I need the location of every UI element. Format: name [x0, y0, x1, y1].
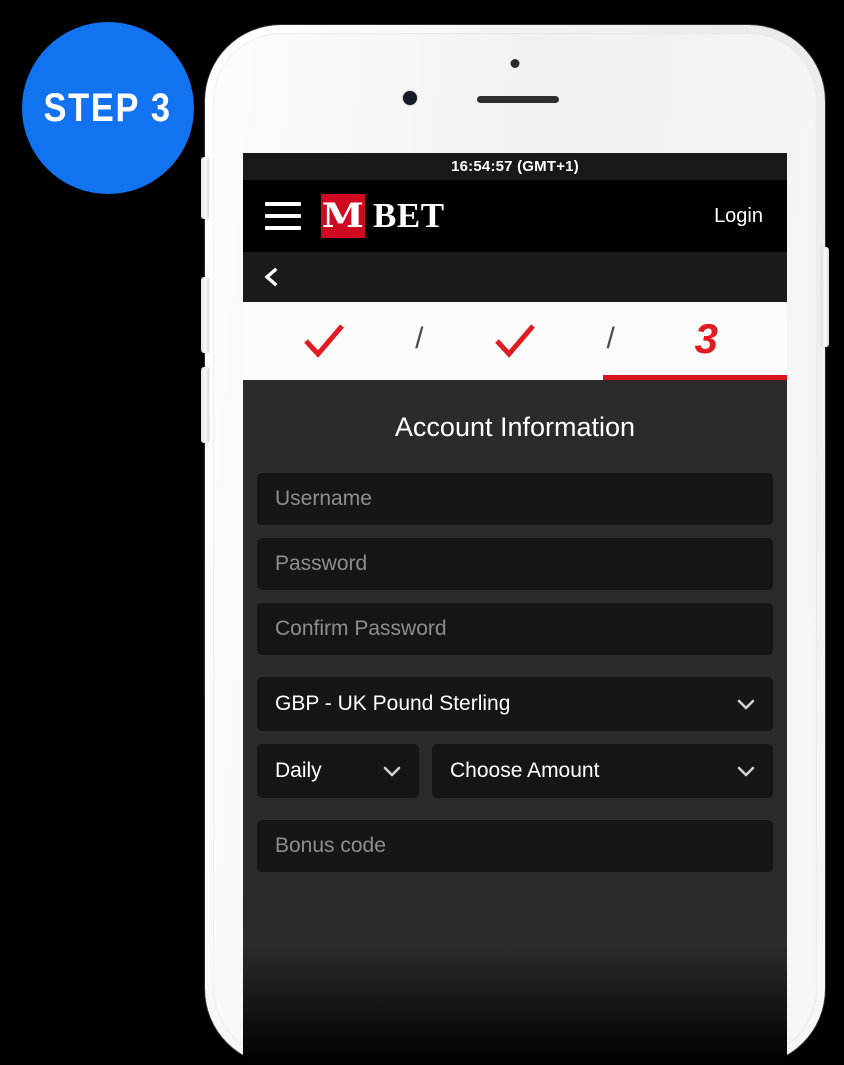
phone-screen: 16:54:57 (GMT+1) M BET Login / / 3 Accou…	[243, 153, 787, 1065]
hamburger-line	[265, 214, 301, 218]
username-placeholder: Username	[275, 487, 372, 510]
step-active-underline	[603, 375, 787, 380]
step-separator: /	[415, 322, 424, 355]
confirm-password-placeholder: Confirm Password	[275, 617, 447, 640]
currency-select-value: GBP - UK Pound Sterling	[275, 692, 511, 715]
silent-switch-button[interactable]	[201, 157, 209, 219]
volume-up-button[interactable]	[201, 277, 209, 353]
limit-period-select[interactable]: Daily	[257, 744, 419, 798]
hamburger-line	[265, 226, 301, 230]
username-field[interactable]: Username	[257, 473, 773, 525]
hamburger-menu-icon[interactable]	[265, 202, 301, 230]
brand-wordmark: BET	[373, 196, 445, 235]
password-placeholder: Password	[275, 552, 368, 575]
step-badge: STEP 3	[22, 22, 194, 194]
deposit-limit-row: Daily Choose Amount	[257, 744, 773, 811]
phone-mockup: 16:54:57 (GMT+1) M BET Login / / 3 Accou…	[201, 25, 829, 1065]
chevron-down-icon	[383, 766, 401, 776]
volume-down-button[interactable]	[201, 367, 209, 443]
brand-logo[interactable]: M BET	[321, 194, 445, 238]
limit-period-value: Daily	[275, 759, 322, 782]
status-bar: 16:54:57 (GMT+1)	[243, 153, 787, 180]
checkmark-icon	[303, 324, 344, 358]
step-badge-label: STEP 3	[43, 85, 173, 130]
login-link[interactable]: Login	[714, 205, 763, 228]
proximity-sensor-dot	[510, 59, 520, 68]
bonus-code-placeholder: Bonus code	[275, 834, 386, 857]
currency-select[interactable]: GBP - UK Pound Sterling	[257, 677, 773, 731]
brand-mark-icon: M	[321, 194, 365, 238]
step-item-2[interactable]	[434, 302, 595, 380]
step-number-label: 3	[694, 315, 718, 362]
limit-amount-select[interactable]: Choose Amount	[432, 744, 773, 798]
checkmark-icon	[495, 324, 535, 358]
step-item-3[interactable]: 3	[626, 302, 787, 380]
step-item-1[interactable]	[243, 302, 404, 380]
registration-form: Account Information Username Password Co…	[243, 380, 787, 872]
status-bar-time: 16:54:57 (GMT+1)	[451, 158, 579, 175]
confirm-password-field[interactable]: Confirm Password	[257, 603, 773, 655]
speaker-grille	[477, 96, 559, 103]
camera-dot	[403, 91, 417, 105]
step-indicator: / / 3	[243, 302, 787, 380]
chevron-down-icon	[737, 766, 755, 776]
limit-amount-value: Choose Amount	[450, 759, 600, 782]
page-title: Account Information	[394, 412, 636, 442]
password-field[interactable]: Password	[257, 538, 773, 590]
brand-mark-letter: M	[321, 196, 365, 236]
power-button[interactable]	[821, 247, 829, 347]
hamburger-line	[265, 202, 301, 206]
chevron-left-icon[interactable]	[261, 267, 281, 287]
app-header: M BET Login	[243, 180, 787, 252]
bonus-code-field[interactable]: Bonus code	[257, 820, 773, 872]
back-navigation-bar	[243, 252, 787, 302]
screen-bottom-fade	[243, 945, 787, 1065]
chevron-down-icon	[737, 699, 755, 709]
step-separator: /	[606, 322, 615, 355]
